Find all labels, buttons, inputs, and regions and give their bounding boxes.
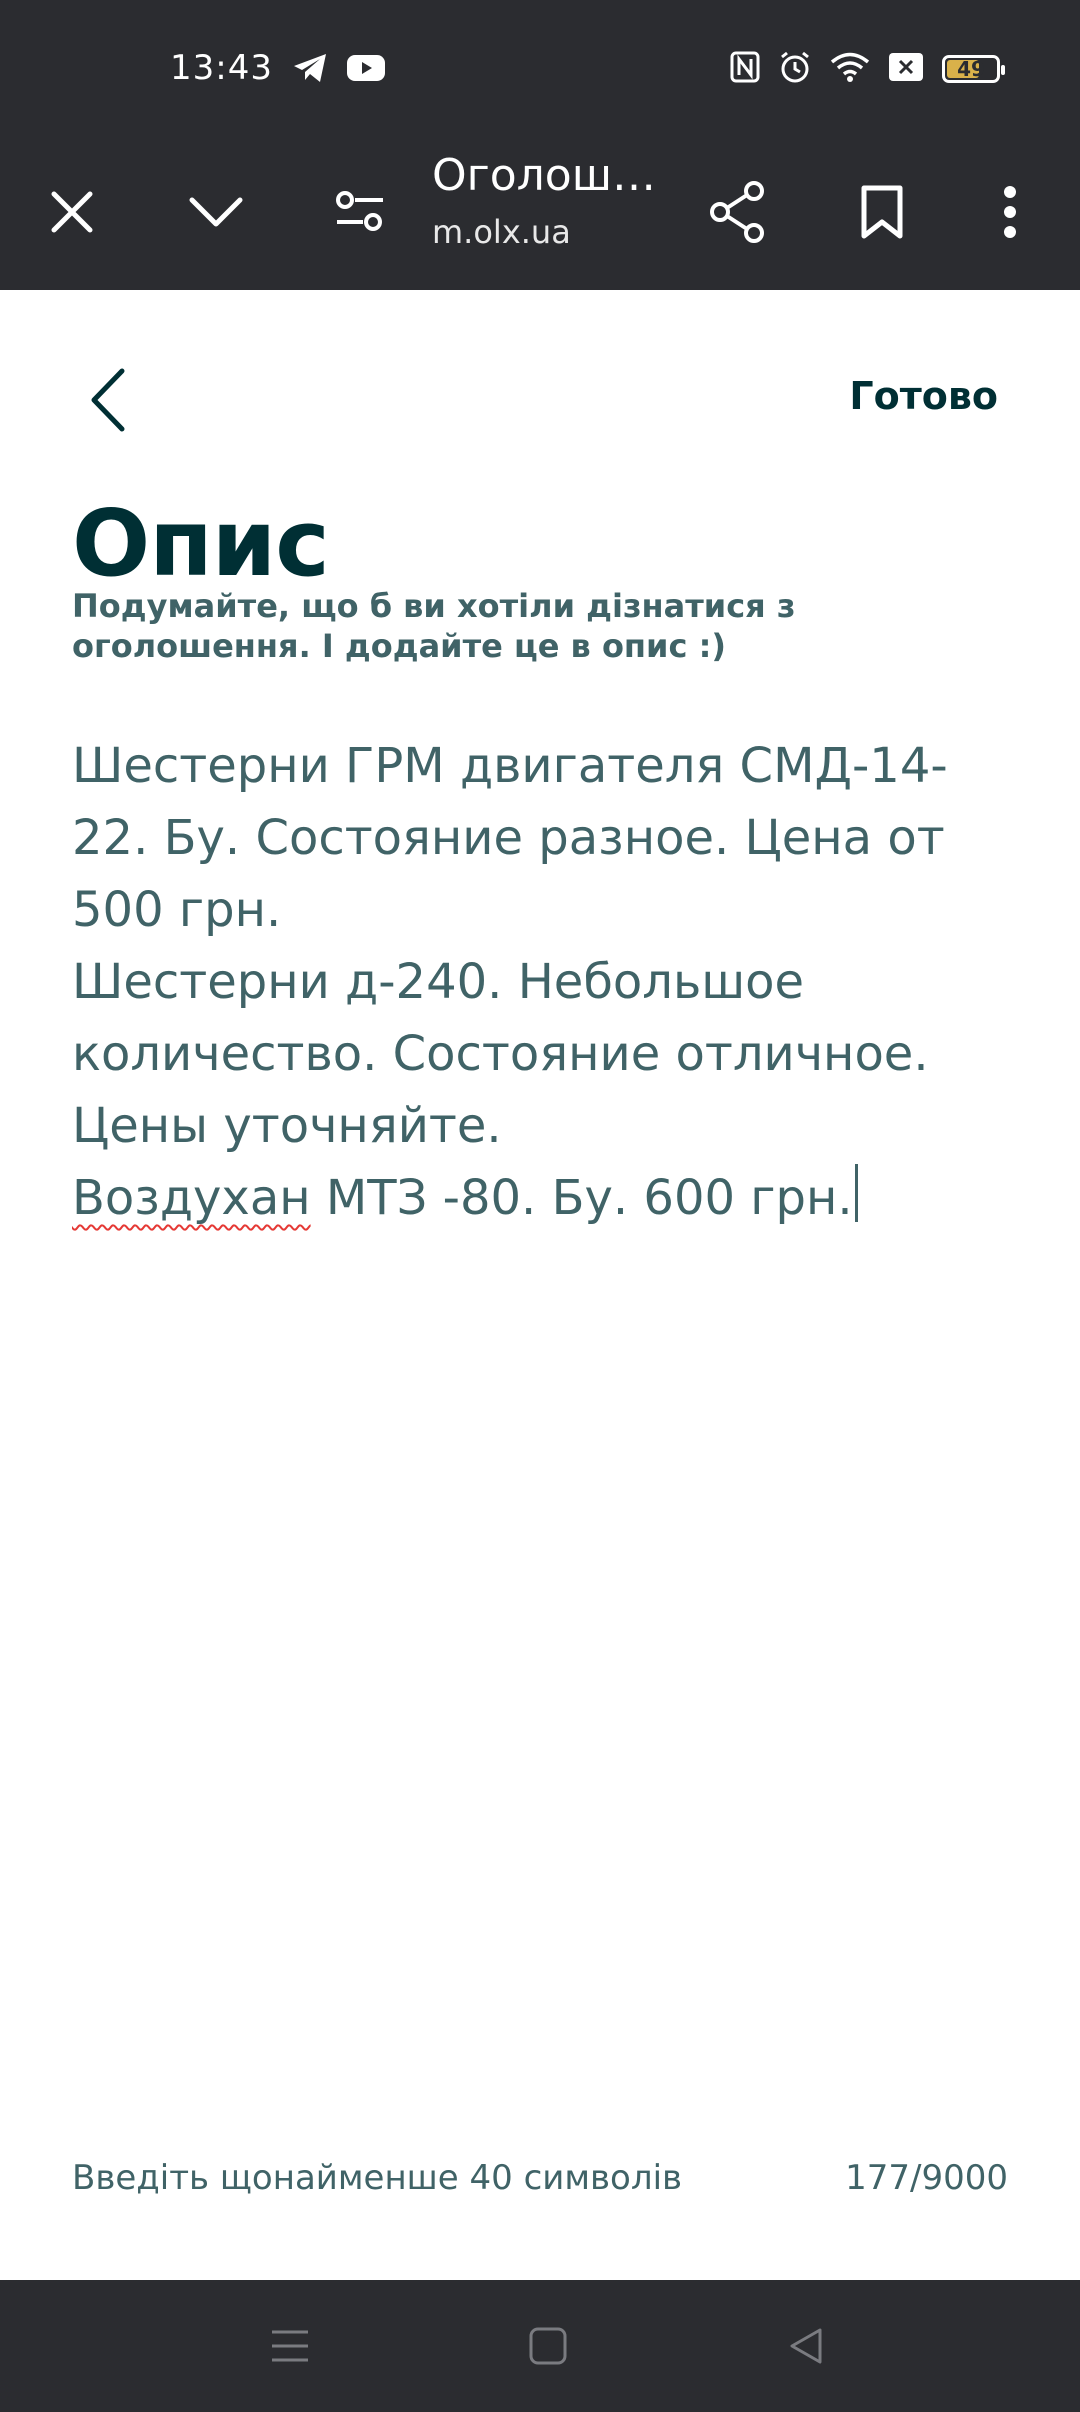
description-line-rest: МТЗ -80. Бу. 600 грн. [310,1170,853,1226]
chevron-left-icon [91,368,125,432]
battery-icon: 49 [942,55,1005,83]
close-icon [51,191,93,233]
bookmark-icon [861,185,903,239]
back-triangle-icon [790,2328,822,2364]
description-line: Шестерни ГРМ двигателя СМД-14-22. Бу. Со… [72,738,960,938]
text-cursor [854,1164,858,1222]
close-tab-button[interactable] [30,170,114,254]
status-bar: 13:43 49 [0,0,1080,140]
wifi-icon [830,51,870,87]
share-button[interactable] [696,170,780,254]
more-icon [1004,186,1016,238]
system-nav-bar [0,2280,1080,2412]
status-time: 13:43 [170,48,273,88]
minimize-button[interactable] [174,170,258,254]
description-line: Шестерни д-240. Небольшое количество. Со… [72,954,944,1154]
telegram-icon [292,52,328,88]
description-editor-sheet: Готово Опис Подумайте, що б ви хотіли ді… [0,290,1080,2280]
home-square-icon [529,2327,567,2365]
character-counter: 177/9000 [845,2158,1008,2198]
page-title: Опис [72,490,330,597]
bookmark-button[interactable] [840,170,924,254]
recents-button[interactable] [260,2316,320,2376]
more-options-button[interactable] [968,170,1052,254]
battery-level: 49 [957,57,985,81]
misspelled-word[interactable]: Воздухан [72,1170,311,1226]
site-settings-icon [336,191,383,231]
menu-icon [272,2330,308,2362]
description-line: Воздухан МТЗ -80. Бу. 600 грн. [72,1162,1012,1234]
nfc-icon [730,51,760,87]
share-icon [710,181,764,243]
done-button[interactable]: Готово [849,374,998,418]
alarm-icon [778,50,812,88]
site-settings-button[interactable] [318,170,402,254]
min-length-hint: Введіть щонайменше 40 символів [72,2158,683,2198]
home-button[interactable] [518,2316,578,2376]
status-system-icons: 49 [730,50,1005,88]
sim-off-icon [888,52,924,86]
description-textarea[interactable]: Шестерни ГРМ двигателя СМД-14-22. Бу. Со… [72,730,1012,1234]
back-button[interactable] [72,364,144,436]
system-back-button[interactable] [776,2316,836,2376]
status-notification-icons [292,52,386,88]
page-url[interactable]: m.olx.ua [432,213,571,251]
page-subtitle: Подумайте, що б ви хотіли дізнатися з ог… [72,587,796,665]
chevron-down-icon [189,197,243,227]
page-tab-title[interactable]: Оголоше... [432,150,672,201]
youtube-icon [346,53,386,87]
